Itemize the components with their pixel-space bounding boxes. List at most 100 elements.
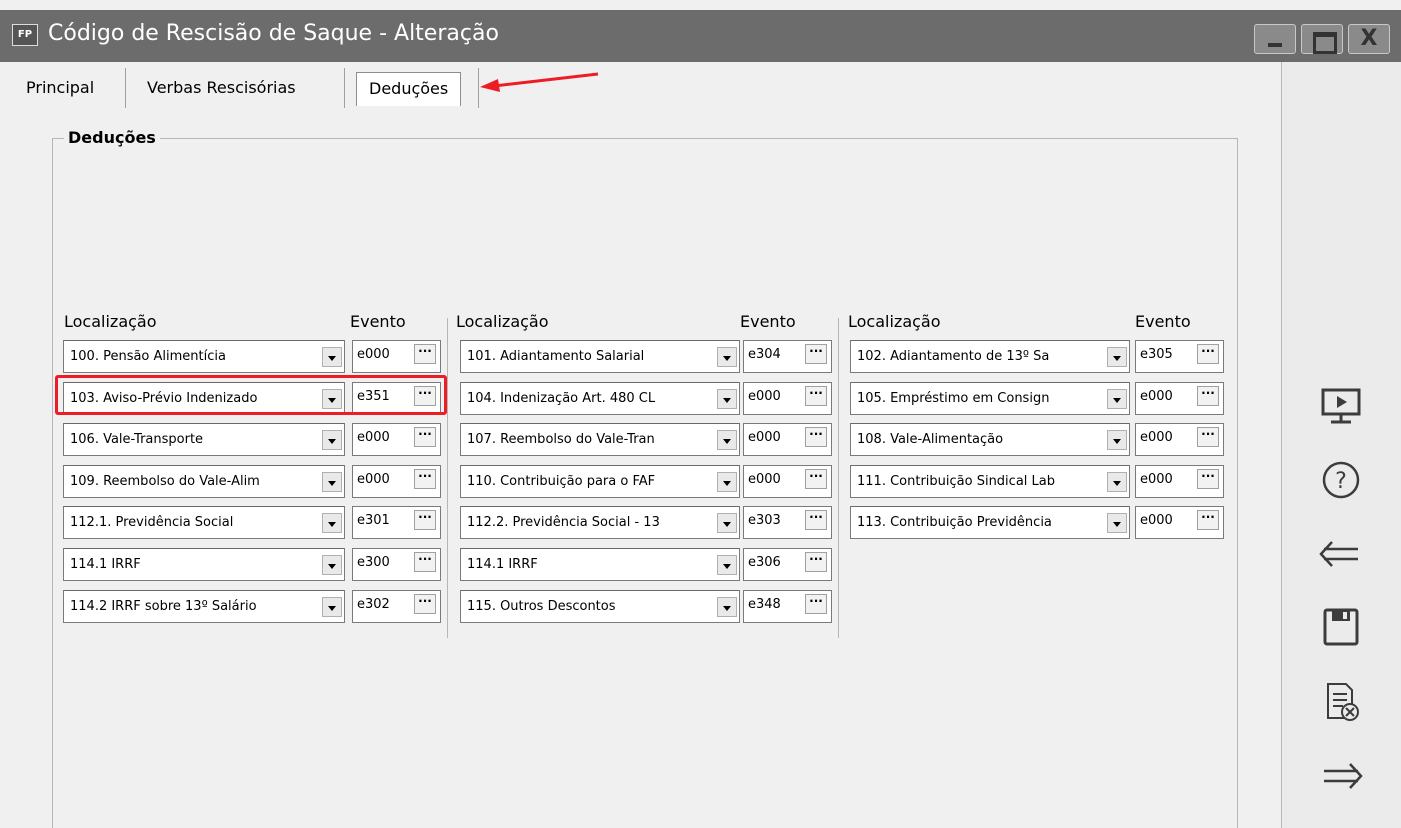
evento-field[interactable]: e000 ··· — [352, 340, 441, 373]
title-bar[interactable]: FP Código de Rescisão de Saque - Alteraç… — [0, 10, 1401, 62]
dropdown-arrow-icon[interactable] — [717, 472, 737, 492]
localizacao-select[interactable]: 111. Contribuição Sindical Lab — [850, 465, 1130, 498]
evento-code: e000 — [357, 347, 390, 362]
column-header-evento: Evento — [350, 312, 406, 331]
ellipsis-lookup-button[interactable]: ··· — [805, 344, 827, 364]
evento-field[interactable]: e000 ··· — [352, 465, 441, 498]
dropdown-arrow-icon[interactable] — [322, 430, 342, 450]
dropdown-arrow-icon[interactable] — [322, 347, 342, 367]
evento-code: e000 — [1140, 513, 1173, 528]
localizacao-select[interactable]: 102. Adiantamento de 13º Sa — [850, 340, 1130, 373]
help-icon[interactable]: ? — [1316, 458, 1366, 502]
ellipsis-lookup-button[interactable]: ··· — [805, 469, 827, 489]
evento-field[interactable]: e301 ··· — [352, 506, 441, 539]
localizacao-select[interactable]: 106. Vale-Transporte — [63, 423, 345, 456]
dropdown-arrow-icon[interactable] — [322, 597, 342, 617]
localizacao-select[interactable]: 115. Outros Descontos — [460, 590, 740, 623]
dropdown-arrow-icon[interactable] — [322, 555, 342, 575]
evento-code: e000 — [1140, 389, 1173, 404]
back-arrow-icon[interactable] — [1316, 532, 1366, 576]
ellipsis-lookup-button[interactable]: ··· — [414, 469, 436, 489]
tab-deducoes[interactable]: Deduções — [356, 72, 462, 106]
evento-field[interactable]: e000 ··· — [1135, 382, 1224, 415]
cancel-document-icon[interactable] — [1316, 680, 1366, 724]
evento-field[interactable]: e000 ··· — [1135, 465, 1224, 498]
dropdown-arrow-icon[interactable] — [717, 389, 737, 409]
dropdown-arrow-icon[interactable] — [1107, 513, 1127, 533]
localizacao-select[interactable]: 110. Contribuição para o FAF — [460, 465, 740, 498]
evento-field[interactable]: e348 ··· — [743, 590, 832, 623]
ellipsis-lookup-button[interactable]: ··· — [1197, 344, 1219, 364]
evento-field[interactable]: e000 ··· — [1135, 506, 1224, 539]
ellipsis-lookup-button[interactable]: ··· — [805, 386, 827, 406]
localizacao-value: 101. Adiantamento Salarial — [467, 349, 645, 364]
evento-code: e304 — [748, 347, 781, 362]
forward-arrow-icon[interactable] — [1316, 754, 1366, 798]
evento-field[interactable]: e000 ··· — [1135, 423, 1224, 456]
close-button[interactable]: X — [1348, 24, 1390, 54]
ellipsis-lookup-button[interactable]: ··· — [805, 594, 827, 614]
ellipsis-lookup-button[interactable]: ··· — [1197, 427, 1219, 447]
evento-field[interactable]: e000 ··· — [743, 382, 832, 415]
ellipsis-lookup-button[interactable]: ··· — [414, 510, 436, 530]
dropdown-arrow-icon[interactable] — [1107, 389, 1127, 409]
ellipsis-lookup-button[interactable]: ··· — [414, 427, 436, 447]
localizacao-value: 114.2 IRRF sobre 13º Salário — [70, 599, 257, 614]
ellipsis-lookup-button[interactable]: ··· — [1197, 386, 1219, 406]
localizacao-select[interactable]: 113. Contribuição Previdência — [850, 506, 1130, 539]
localizacao-select[interactable]: 105. Empréstimo em Consign — [850, 382, 1130, 415]
dropdown-arrow-icon[interactable] — [717, 513, 737, 533]
dropdown-arrow-icon[interactable] — [322, 513, 342, 533]
dropdown-arrow-icon[interactable] — [717, 555, 737, 575]
localizacao-value: 114.1 IRRF — [70, 557, 141, 572]
localizacao-value: 102. Adiantamento de 13º Sa — [857, 349, 1050, 364]
localizacao-select[interactable]: 114.1 IRRF — [460, 548, 740, 581]
localizacao-value: 113. Contribuição Previdência — [857, 515, 1052, 530]
evento-field[interactable]: e302 ··· — [352, 590, 441, 623]
localizacao-select[interactable]: 108. Vale-Alimentação — [850, 423, 1130, 456]
evento-field[interactable]: e304 ··· — [743, 340, 832, 373]
dropdown-arrow-icon[interactable] — [717, 347, 737, 367]
evento-field[interactable]: e000 ··· — [743, 465, 832, 498]
localizacao-select[interactable]: 114.2 IRRF sobre 13º Salário — [63, 590, 345, 623]
ellipsis-lookup-button[interactable]: ··· — [805, 552, 827, 572]
localizacao-select[interactable]: 107. Reembolso do Vale-Tran — [460, 423, 740, 456]
tab-principal[interactable]: Principal — [26, 68, 94, 108]
evento-field[interactable]: e000 ··· — [352, 423, 441, 456]
localizacao-value: 109. Reembolso do Vale-Alim — [70, 474, 260, 489]
dropdown-arrow-icon[interactable] — [717, 597, 737, 617]
save-icon[interactable] — [1316, 606, 1366, 650]
dropdown-arrow-icon[interactable] — [1107, 347, 1127, 367]
column-divider — [447, 318, 448, 638]
svg-text:?: ? — [1335, 469, 1347, 494]
dropdown-arrow-icon[interactable] — [717, 430, 737, 450]
ellipsis-lookup-button[interactable]: ··· — [414, 594, 436, 614]
localizacao-select[interactable]: 101. Adiantamento Salarial — [460, 340, 740, 373]
ellipsis-lookup-button[interactable]: ··· — [805, 427, 827, 447]
evento-code: e000 — [748, 472, 781, 487]
ellipsis-lookup-button[interactable]: ··· — [805, 510, 827, 530]
ellipsis-lookup-button[interactable]: ··· — [414, 344, 436, 364]
localizacao-select[interactable]: 114.1 IRRF — [63, 548, 345, 581]
evento-field[interactable]: e000 ··· — [743, 423, 832, 456]
localizacao-select[interactable]: 112.2. Previdência Social - 13 — [460, 506, 740, 539]
localizacao-select[interactable]: 112.1. Previdência Social — [63, 506, 345, 539]
minimize-button[interactable] — [1254, 24, 1296, 54]
monitor-play-icon[interactable] — [1316, 384, 1366, 428]
dropdown-arrow-icon[interactable] — [322, 472, 342, 492]
dropdown-arrow-icon[interactable] — [1107, 472, 1127, 492]
dropdown-arrow-icon[interactable] — [1107, 430, 1127, 450]
evento-field[interactable]: e300 ··· — [352, 548, 441, 581]
evento-field[interactable]: e306 ··· — [743, 548, 832, 581]
ellipsis-lookup-button[interactable]: ··· — [1197, 510, 1219, 530]
localizacao-select[interactable]: 100. Pensão Alimentícia — [63, 340, 345, 373]
evento-field[interactable]: e305 ··· — [1135, 340, 1224, 373]
localizacao-value: 105. Empréstimo em Consign — [857, 391, 1050, 406]
ellipsis-lookup-button[interactable]: ··· — [1197, 469, 1219, 489]
maximize-button[interactable] — [1301, 24, 1343, 54]
evento-field[interactable]: e303 ··· — [743, 506, 832, 539]
tab-verbas-rescisorias[interactable]: Verbas Rescisórias — [147, 68, 296, 108]
ellipsis-lookup-button[interactable]: ··· — [414, 552, 436, 572]
localizacao-select[interactable]: 104. Indenização Art. 480 CL — [460, 382, 740, 415]
localizacao-select[interactable]: 109. Reembolso do Vale-Alim — [63, 465, 345, 498]
